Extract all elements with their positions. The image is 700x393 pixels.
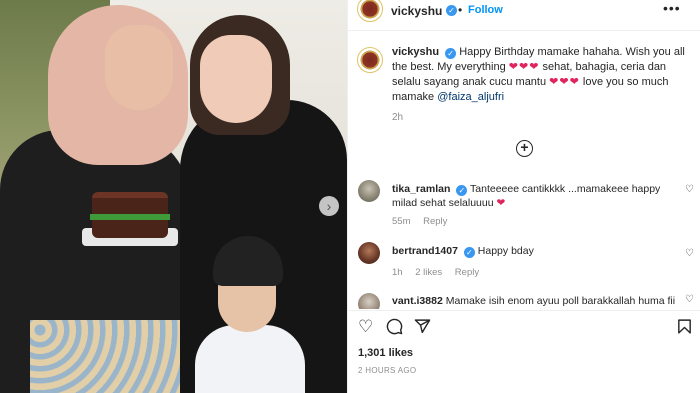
more-options-icon[interactable]: ••• — [663, 0, 681, 16]
actions-divider — [348, 310, 700, 311]
photo-face-left — [105, 25, 173, 110]
post-details-panel: vickyshu ✓ • Follow ••• vickyshu ✓ Happy… — [347, 0, 700, 393]
header-separator: • — [458, 3, 463, 17]
comment-item: vant.i3882 Mamake isih enom ayuu poll ba… — [358, 293, 698, 309]
comment-meta: 1h 2 likes Reply — [392, 267, 489, 278]
caption-author-avatar[interactable] — [357, 47, 383, 73]
plus-circle-icon[interactable]: + — [516, 140, 533, 157]
like-heart-icon[interactable]: ♡ — [358, 318, 373, 336]
heart-emoji-icon: ❤ — [496, 197, 507, 209]
comment-time: 55m — [392, 216, 411, 227]
comment-text: Mamake isih enom ayuu poll barakkallah h… — [445, 295, 676, 307]
carousel-next-icon[interactable]: › — [319, 196, 339, 216]
author-avatar[interactable] — [357, 0, 383, 22]
header-divider — [348, 30, 700, 31]
post-photo[interactable]: › — [0, 0, 347, 393]
author-username[interactable]: vickyshu — [391, 4, 442, 18]
commenter-avatar[interactable] — [358, 180, 380, 202]
verified-badge-icon: ✓ — [456, 185, 468, 196]
commenter-username[interactable]: vant.i3882 — [392, 295, 443, 307]
caption-username[interactable]: vickyshu — [392, 46, 439, 58]
verified-badge-icon: ✓ — [463, 247, 475, 258]
comment-likes[interactable]: 2 likes — [415, 267, 442, 278]
post-actions-bar: ♡ — [358, 318, 698, 338]
comment-body: bertrand1407 ✓ Happy bday — [392, 244, 682, 258]
commenter-avatar[interactable] — [358, 242, 380, 264]
heart-emoji-icon: ❤❤❤ — [549, 76, 580, 88]
commenter-avatar[interactable] — [358, 293, 380, 309]
post-header: vickyshu ✓ • Follow ••• — [348, 0, 700, 26]
verified-badge-icon: ✓ — [446, 5, 457, 16]
like-comment-heart-icon[interactable]: ♡ — [685, 184, 694, 195]
comment-time: 1h — [392, 267, 403, 278]
likes-count[interactable]: 1,301 likes — [358, 347, 413, 359]
follow-button[interactable]: Follow — [468, 4, 503, 16]
comment-item: tika_ramlan ✓ Tanteeeee cantikkkk ...mam… — [358, 180, 698, 230]
photo-child-shirt — [195, 325, 305, 393]
post-timestamp: 2 HOURS AGO — [358, 366, 417, 375]
heart-emoji-icon: ❤❤❤ — [508, 61, 540, 73]
verified-badge-icon: ✓ — [445, 48, 457, 59]
like-comment-heart-icon[interactable]: ♡ — [685, 294, 694, 305]
commenter-username[interactable]: tika_ramlan — [392, 183, 450, 195]
comment-body: tika_ramlan ✓ Tanteeeee cantikkkk ...mam… — [392, 182, 682, 210]
photo-face-right — [200, 35, 272, 123]
share-send-icon[interactable] — [414, 318, 431, 339]
caption-mention-link[interactable]: @faiza_aljufri — [437, 91, 504, 103]
comment-item: bertrand1407 ✓ Happy bday 1h 2 likes Rep… — [358, 242, 698, 282]
like-comment-heart-icon[interactable]: ♡ — [685, 248, 694, 259]
photo-cake-ribbon — [90, 214, 170, 220]
commenter-username[interactable]: bertrand1407 — [392, 245, 458, 257]
post-caption: vickyshu ✓ Happy Birthday mamake hahaha.… — [392, 45, 692, 105]
reply-button[interactable]: Reply — [423, 216, 447, 227]
reply-button[interactable]: Reply — [455, 267, 479, 278]
comment-text: Happy bday — [477, 245, 534, 257]
save-bookmark-icon[interactable] — [676, 318, 693, 339]
caption-timestamp: 2h — [392, 112, 404, 123]
comment-bubble-icon[interactable] — [386, 318, 403, 339]
photo-patterned-skirt — [30, 320, 180, 393]
comment-meta: 55m Reply — [392, 216, 457, 227]
comment-body: vant.i3882 Mamake isih enom ayuu poll ba… — [392, 294, 682, 308]
